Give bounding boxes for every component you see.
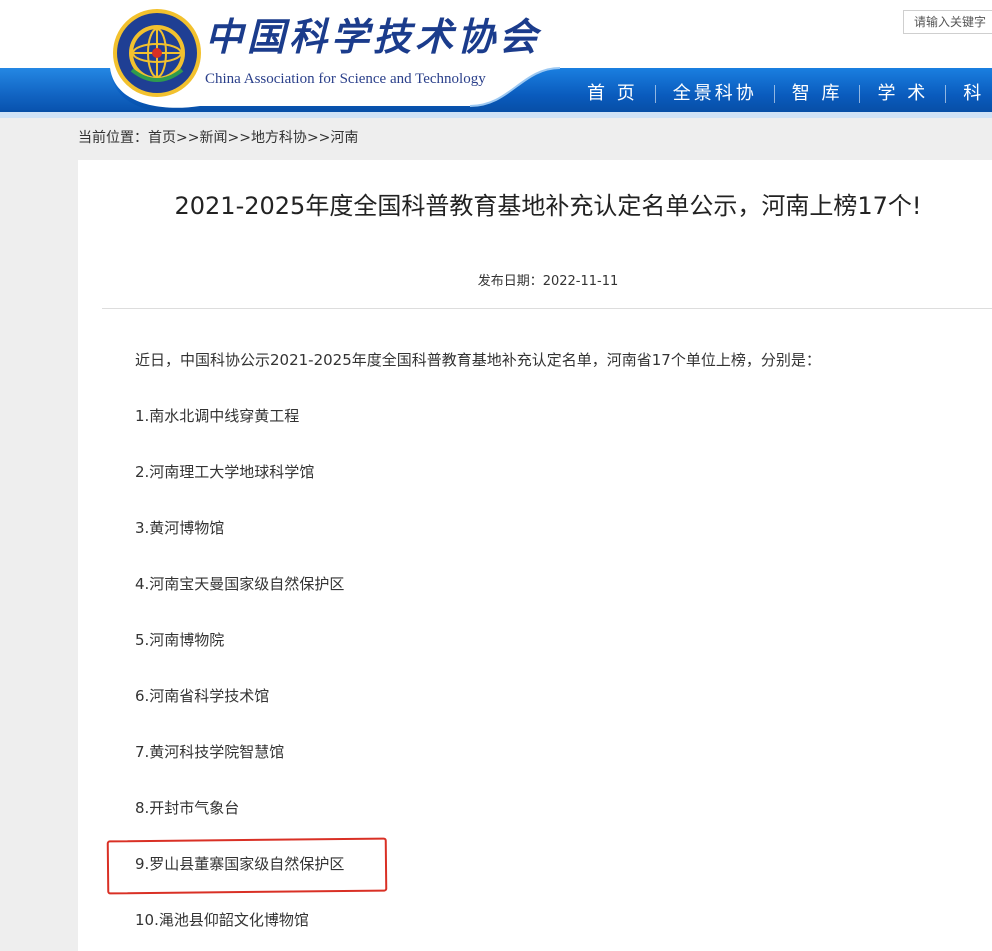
breadcrumb-henan[interactable]: 河南 [330,130,358,146]
highlight-annotation-box [106,837,388,895]
nav-item-think-tank[interactable]: 智 库 [775,80,860,108]
article-intro: 近日，中国科协公示2021-2025年度全国科普教育基地补充认定名单，河南省17… [135,351,821,369]
nav-item-panorama[interactable]: 全景科协 [656,80,774,108]
list-item: 10.渑池县仰韶文化博物馆 [135,911,309,929]
article-panel: 2021-2025年度全国科普教育基地补充认定名单公示，河南上榜17个! 发布日… [78,160,992,951]
list-item: 2.河南理工大学地球科学馆 [135,463,315,481]
search-input[interactable] [903,10,992,34]
nav-item-home[interactable]: 首 页 [570,80,655,108]
title-divider [102,308,992,309]
article-title: 2021-2025年度全国科普教育基地补充认定名单公示，河南上榜17个! [174,192,922,220]
main-nav: 首 页 全景科协 智 库 学 术 科 普 [570,80,992,108]
nav-item-academic[interactable]: 学 术 [860,80,945,108]
list-item: 7.黄河科技学院智慧馆 [135,743,285,761]
site-header: 中国科学技术协会 China Association for Science a… [0,0,992,118]
list-item: 3.黄河博物馆 [135,519,225,537]
list-item: 5.河南博物院 [135,631,225,649]
breadcrumb-separator: >> [227,130,251,146]
breadcrumb-news[interactable]: 新闻 [199,130,227,146]
breadcrumb-home[interactable]: 首页 [148,130,176,146]
site-logo-chinese[interactable]: 中国科学技术协会 [205,14,541,60]
publish-date-value: 2022-11-11 [542,274,619,289]
list-item: 8.开封市气象台 [135,799,240,817]
breadcrumb-prefix: 当前位置： [78,130,148,146]
list-item: 4.河南宝天曼国家级自然保护区 [135,575,345,593]
list-item: 6.河南省科学技术馆 [135,687,270,705]
breadcrumb-separator: >> [176,130,200,146]
nav-item-science-pop[interactable]: 科 普 [946,80,992,108]
site-logo-english[interactable]: China Association for Science and Techno… [205,70,486,88]
list-item: 1.南水北调中线穿黄工程 [135,407,300,425]
publish-date-label: 发布日期： [477,274,543,289]
cast-emblem-icon [113,9,201,97]
breadcrumb: 当前位置：首页>>新闻>>地方科协>>河南 [78,128,358,148]
breadcrumb-local-cast[interactable]: 地方科协 [251,130,307,146]
publish-date: 发布日期：2022-11-11 [78,273,992,291]
breadcrumb-separator: >> [306,130,331,146]
